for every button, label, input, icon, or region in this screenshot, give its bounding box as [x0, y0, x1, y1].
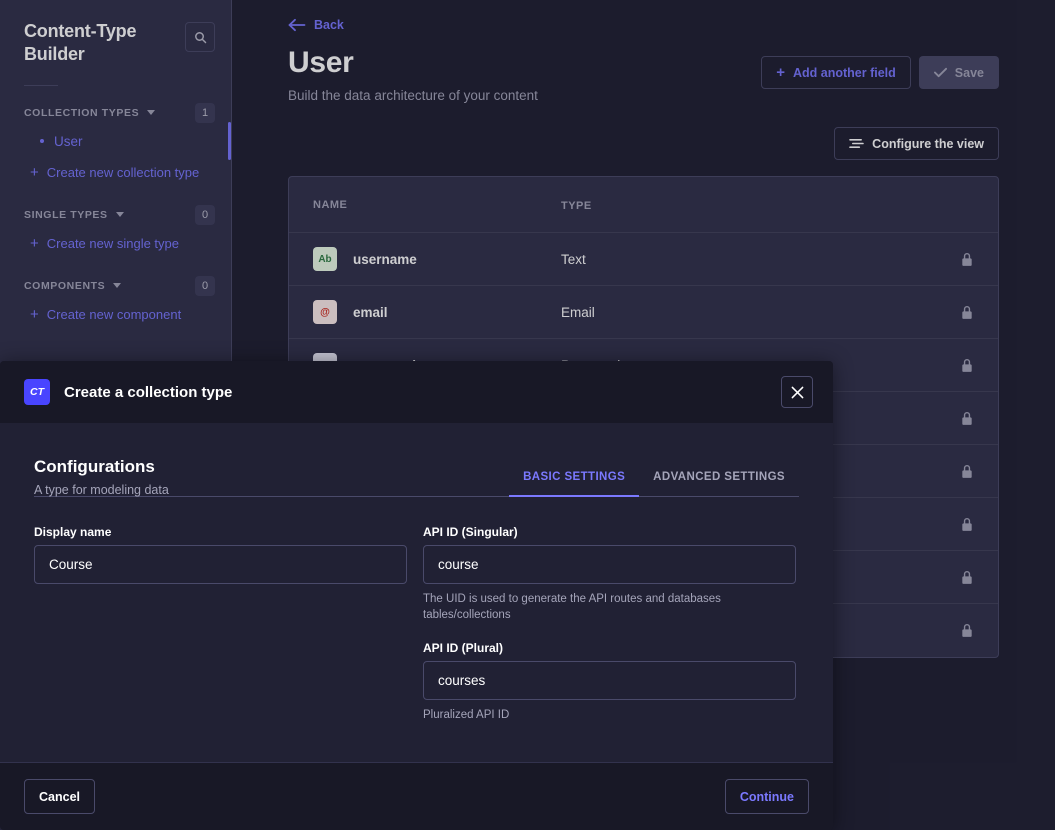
configurations-row: Configurations A type for modeling data …	[34, 457, 799, 497]
configurations-title: Configurations	[34, 457, 169, 477]
modal-body: Configurations A type for modeling data …	[0, 423, 833, 762]
modal-footer: Cancel Continue	[0, 762, 833, 830]
modal-header: CT Create a collection type	[0, 361, 833, 423]
display-name-group: Display name	[34, 525, 407, 584]
configurations-subtitle: A type for modeling data	[34, 483, 169, 497]
display-name-label: Display name	[34, 525, 407, 539]
continue-button[interactable]: Continue	[725, 779, 809, 814]
api-id-singular-hint: The UID is used to generate the API rout…	[423, 591, 796, 623]
settings-form: Display name API ID (Singular) The UID i…	[34, 525, 799, 741]
create-collection-type-modal: CT Create a collection type Configuratio…	[0, 361, 833, 830]
close-icon[interactable]	[781, 376, 813, 408]
api-id-plural-hint: Pluralized API ID	[423, 707, 796, 723]
api-id-plural-group: API ID (Plural) Pluralized API ID	[423, 641, 796, 723]
cancel-button[interactable]: Cancel	[24, 779, 95, 814]
app-root: Content-Type Builder COLLECTION TYPES 1 …	[0, 0, 1055, 830]
tab-advanced-settings[interactable]: ADVANCED SETTINGS	[639, 471, 799, 497]
api-id-plural-input[interactable]	[423, 661, 796, 700]
form-column-left: Display name	[34, 525, 407, 741]
form-column-right: API ID (Singular) The UID is used to gen…	[423, 525, 796, 741]
modal-title: Create a collection type	[64, 384, 232, 401]
api-id-singular-group: API ID (Singular) The UID is used to gen…	[423, 525, 796, 623]
collection-type-badge: CT	[24, 379, 50, 405]
configurations-heading: Configurations A type for modeling data	[34, 457, 169, 497]
display-name-input[interactable]	[34, 545, 407, 584]
api-id-plural-label: API ID (Plural)	[423, 641, 796, 655]
api-id-singular-input[interactable]	[423, 545, 796, 584]
settings-tabs: BASIC SETTINGS ADVANCED SETTINGS	[509, 471, 799, 497]
api-id-singular-label: API ID (Singular)	[423, 525, 796, 539]
tab-basic-settings[interactable]: BASIC SETTINGS	[509, 471, 639, 497]
